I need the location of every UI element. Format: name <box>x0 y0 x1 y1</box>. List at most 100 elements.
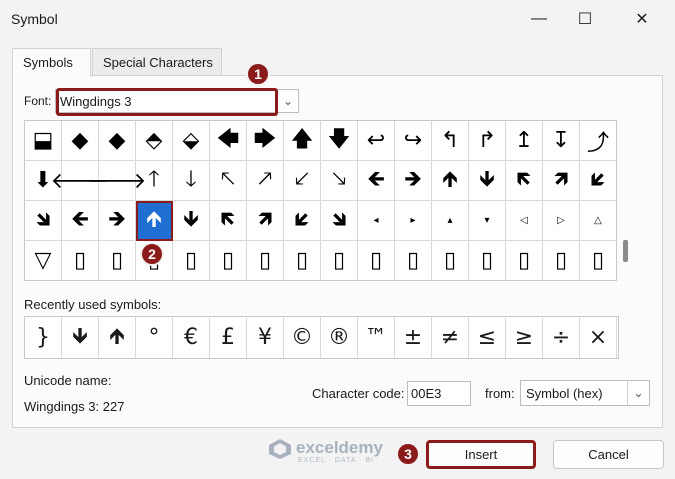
symbol-cell[interactable]: ▽ <box>25 241 62 280</box>
minimize-icon: — <box>531 10 547 27</box>
symbol-cell[interactable]: 🡸 <box>62 201 99 241</box>
symbol-cell[interactable]: ◁ <box>506 201 543 241</box>
insert-button[interactable]: Insert <box>426 440 536 469</box>
symbol-cell[interactable]: 🡽 <box>543 161 580 201</box>
window-title: Symbol <box>11 11 58 27</box>
tab-symbols[interactable]: Symbols <box>12 48 91 77</box>
recent-symbol-cell[interactable]: ° <box>136 317 173 358</box>
symbol-cell[interactable]: 🡄 <box>210 121 247 161</box>
recent-symbol-cell[interactable]: ≥ <box>506 317 543 358</box>
close-button[interactable]: ✕ <box>619 0 665 38</box>
symbol-cell[interactable]: ▯ <box>62 241 99 280</box>
symbol-cell[interactable]: ◂ <box>358 201 395 241</box>
exceldemy-logo-icon <box>269 439 291 459</box>
symbol-cell[interactable]: 🡺 <box>99 201 136 241</box>
unicode-name-value: Wingdings 3: 227 <box>24 399 125 414</box>
symbol-cell[interactable]: ⬘ <box>136 121 173 161</box>
symbol-grid-scrollbar[interactable] <box>617 120 633 281</box>
symbol-cell[interactable]: 🡇 <box>321 121 358 161</box>
symbol-cell[interactable]: ↥ <box>506 121 543 161</box>
symbol-cell[interactable]: ⬙ <box>173 121 210 161</box>
symbol-cell[interactable]: ▯ <box>432 241 469 280</box>
maximize-icon: ☐ <box>577 11 593 28</box>
symbol-cell[interactable]: ↩ <box>358 121 395 161</box>
recent-symbol-cell[interactable]: × <box>580 317 617 358</box>
symbol-cell[interactable]: ▯ <box>210 241 247 280</box>
symbol-cell[interactable]: ▯ <box>321 241 358 280</box>
cancel-button[interactable]: Cancel <box>553 440 664 469</box>
symbol-cell[interactable]: ↱ <box>469 121 506 161</box>
recent-symbol-cell[interactable]: } <box>25 317 62 358</box>
symbol-cell[interactable]: 🡆 <box>247 121 284 161</box>
chevron-down-icon[interactable]: ⌄ <box>277 90 298 112</box>
symbol-cell[interactable]: 🡖 <box>321 161 358 201</box>
symbol-cell[interactable]: 🡓 <box>173 161 210 201</box>
recent-symbol-cell[interactable]: € <box>173 317 210 358</box>
symbol-cell[interactable]: 🡻 <box>469 161 506 201</box>
recent-symbol-cell[interactable]: ™ <box>358 317 395 358</box>
symbol-cell[interactable]: 🡔 <box>210 161 247 201</box>
symbol-cell[interactable]: 🡹 <box>432 161 469 201</box>
symbol-cell[interactable]: 🡅 <box>284 121 321 161</box>
symbol-cell[interactable]: 🡑 <box>136 161 173 201</box>
symbol-cell[interactable]: ▴ <box>432 201 469 241</box>
minimize-button[interactable]: — <box>516 0 562 38</box>
symbol-cell[interactable]: 🡽 <box>247 201 284 241</box>
recent-symbol-cell[interactable]: £ <box>210 317 247 358</box>
recent-symbol-cell[interactable]: ± <box>395 317 432 358</box>
symbol-cell[interactable]: ▯ <box>580 241 616 280</box>
symbol-cell[interactable]: ▯ <box>358 241 395 280</box>
symbol-cell[interactable]: 🡼 <box>506 161 543 201</box>
symbol-cell[interactable]: ▾ <box>469 201 506 241</box>
symbol-cell[interactable]: 🡺 <box>395 161 432 201</box>
recent-symbol-cell[interactable]: ® <box>321 317 358 358</box>
font-label: Font: <box>24 94 52 108</box>
symbol-cell[interactable]: ▯ <box>506 241 543 280</box>
recent-symbol-cell[interactable]: 🡹 <box>99 317 136 358</box>
symbol-cell[interactable]: ⤴ <box>580 121 616 161</box>
recent-symbol-cell[interactable]: ≠ <box>432 317 469 358</box>
symbol-cell[interactable]: ◆ <box>62 121 99 161</box>
recent-symbol-cell[interactable]: ÷ <box>543 317 580 358</box>
scrollbar-thumb[interactable] <box>623 240 628 262</box>
symbol-cell[interactable]: ▯ <box>469 241 506 280</box>
symbol-cell[interactable]: ▷ <box>543 201 580 241</box>
symbol-cell[interactable]: 🡸 <box>358 161 395 201</box>
character-code-field[interactable]: 00E3 <box>407 381 471 406</box>
symbol-cell[interactable]: ▯ <box>543 241 580 280</box>
symbol-cell[interactable]: ▯ <box>99 241 136 280</box>
symbol-cell[interactable]: ⬓ <box>25 121 62 161</box>
symbol-cell[interactable]: ▯ <box>395 241 432 280</box>
symbol-cell[interactable]: 🡿 <box>580 161 616 201</box>
recent-symbol-cell[interactable]: ≤ <box>469 317 506 358</box>
symbol-cell[interactable]: ▯ <box>284 241 321 280</box>
recent-symbol-cell[interactable]: © <box>284 317 321 358</box>
recent-symbol-cell[interactable]: 🡻 <box>62 317 99 358</box>
recent-symbol-cell[interactable]: ¥ <box>247 317 284 358</box>
symbol-cell[interactable]: ↧ <box>543 121 580 161</box>
symbol-cell[interactable]: 🡹 <box>136 201 173 241</box>
symbol-cell[interactable]: ↪ <box>395 121 432 161</box>
title-bar: Symbol — ☐ ✕ <box>0 0 675 38</box>
symbol-cell[interactable]: ▯ <box>173 241 210 280</box>
chevron-down-icon[interactable]: ⌄ <box>627 381 649 405</box>
symbol-cell[interactable]: ▯ <box>247 241 284 280</box>
recent-symbols-grid: } 🡻 🡹 ° € £ ¥ © ® ™ ± ≠ ≤ ≥ ÷ × <box>24 316 619 359</box>
symbol-cell[interactable]: ◆ <box>99 121 136 161</box>
watermark-tagline: EXCEL · DATA · BI <box>298 457 374 464</box>
symbol-cell[interactable]: △ <box>580 201 616 241</box>
symbol-cell[interactable]: 🡒 <box>88 161 147 201</box>
symbol-cell[interactable]: 🡾 <box>25 201 62 241</box>
symbol-cell[interactable]: ↰ <box>432 121 469 161</box>
tab-special-characters[interactable]: Special Characters <box>92 48 222 76</box>
symbol-cell[interactable]: ▸ <box>395 201 432 241</box>
symbol-cell[interactable]: 🡾 <box>321 201 358 241</box>
step-badge-2: 2 <box>140 242 164 266</box>
symbol-cell[interactable]: 🡼 <box>210 201 247 241</box>
symbol-cell[interactable]: 🡻 <box>173 201 210 241</box>
symbol-cell[interactable]: 🡿 <box>284 201 321 241</box>
from-dropdown[interactable]: Symbol (hex) ⌄ <box>520 380 650 406</box>
symbol-cell[interactable]: 🡕 <box>247 161 284 201</box>
symbol-cell[interactable]: 🡗 <box>284 161 321 201</box>
maximize-button[interactable]: ☐ <box>562 0 608 38</box>
